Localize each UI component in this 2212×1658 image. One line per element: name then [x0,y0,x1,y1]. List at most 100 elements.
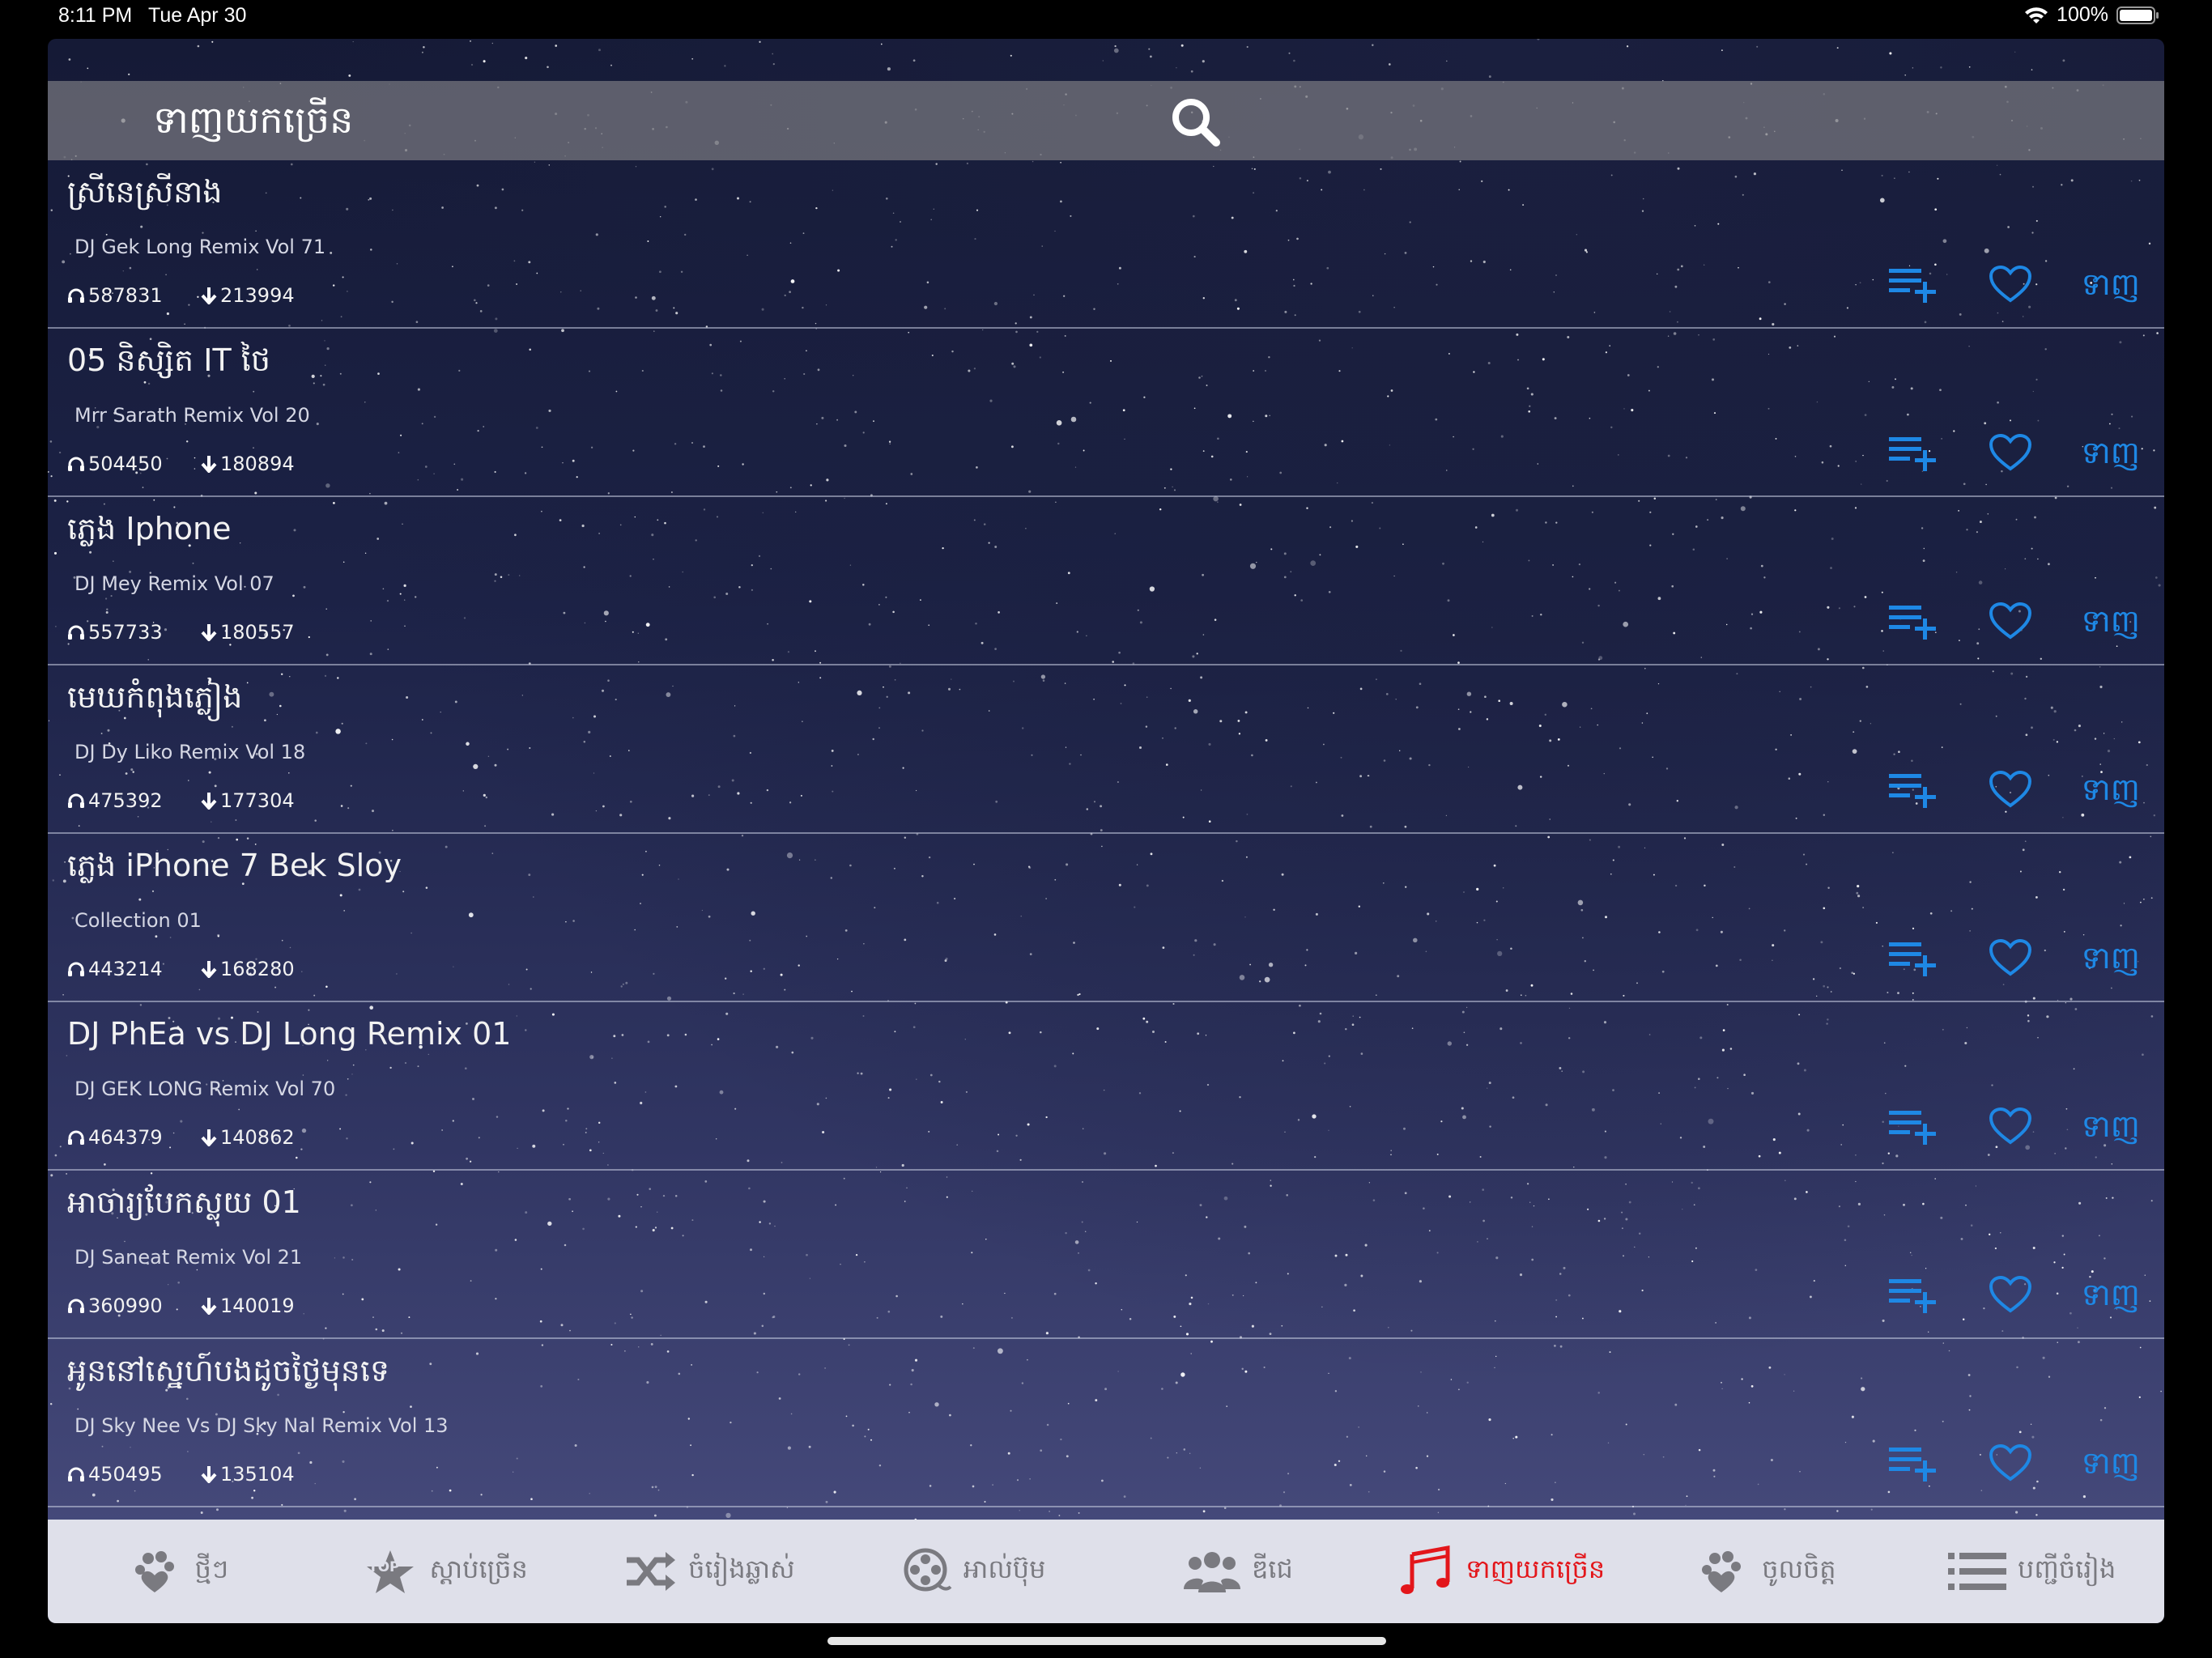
tab-label: បញ្ជីចំរៀង [2018,1553,2116,1584]
download-button[interactable]: ទាញ [2082,1443,2140,1483]
heart-icon[interactable] [1988,1274,2033,1315]
tab-item[interactable]: បញ្ជីចំរៀង [1899,1520,2164,1623]
download-count-value: 135104 [220,1463,295,1486]
song-stats: 360990 140019 [67,1294,295,1318]
song-row[interactable]: អូននៅស្នេហ៍បងដូចថ្ងៃមុនទេ DJ Sky Nee Vs D… [48,1339,2164,1507]
status-bar: 8:11 PM Tue Apr 30 100% [0,0,2212,32]
song-title: ភ្លេង Iphone [67,511,232,546]
tab-item[interactable]: TOP ស្តាប់ច្រើន [313,1520,577,1623]
play-count-value: 475392 [88,789,163,812]
music-notes-icon [1401,1545,1454,1598]
play-count-value: 504450 [88,453,163,475]
song-title: អាចារ្យបែកស្លុយ 01 [67,1184,301,1220]
arrow-down-icon [201,623,217,641]
song-artist: DJ Sky Nee Vs DJ Sky Nal Remix Vol 13 [74,1414,449,1437]
list-icon [1948,1551,2006,1592]
tab-item[interactable]: ចំរៀងឆ្លាស់ [577,1520,842,1623]
add-to-playlist-icon[interactable] [1886,1274,1939,1315]
download-button[interactable]: ទាញ [2082,264,2140,304]
download-button[interactable]: ទាញ [2082,1274,2140,1315]
tab-label: ស្តាប់ច្រើន [429,1553,528,1584]
play-count: 475392 [67,789,201,813]
headphones-icon [67,961,85,977]
tab-bar: ថ្មីៗ TOP ស្តាប់ច្រើន ចំរៀងឆ្លាស់ អាល់ប៊ុម ឌី… [48,1520,2164,1623]
page-title: ទាញយកច្រើន [153,98,354,142]
add-to-playlist-icon[interactable] [1886,769,1939,810]
top-star-icon: TOP [362,1547,419,1596]
tab-label: ឌីជេ [1251,1553,1293,1584]
headphones-icon [67,1466,85,1482]
download-count-value: 168280 [220,958,295,980]
song-artist: DJ Mey Remix Vol 07 [74,572,274,595]
tab-item[interactable]: អាល់ប៊ុម [841,1520,1106,1623]
play-count-value: 443214 [88,958,163,980]
row-actions: ទាញ [1886,761,2140,818]
download-count-value: 180557 [220,621,295,644]
tab-label: ទាញយកច្រើន [1465,1553,1606,1584]
download-button[interactable]: ទាញ [2082,1106,2140,1146]
tab-label: ចូលចិត្ត [1762,1553,1836,1584]
home-indicator[interactable] [827,1637,1386,1645]
heart-icon[interactable] [1988,769,2033,810]
download-button[interactable]: ទាញ [2082,601,2140,641]
download-count: 168280 [201,957,295,981]
add-to-playlist-icon[interactable] [1886,1443,1939,1483]
download-count-value: 140019 [220,1295,295,1317]
song-stats: 443214 168280 [67,957,295,981]
headphones-icon [67,287,85,304]
download-count-value: 213994 [220,284,295,307]
heart-icon[interactable] [1988,432,2033,473]
song-title: ភ្លេង iPhone 7 Bek Sloy [67,848,402,883]
add-to-playlist-icon[interactable] [1886,937,1939,978]
row-actions: ទាញ [1886,1266,2140,1323]
song-artist: DJ GEK LONG Remix Vol 70 [74,1078,336,1100]
song-row[interactable]: 05 និស្សិត IT ថៃ Mrr Sarath Remix Vol 20 5… [48,329,2164,497]
song-artist: Collection 01 [74,909,202,932]
screen: 8:11 PM Tue Apr 30 100% ទាញយកច្រើន ស្រីន… [0,0,2212,1658]
song-artist: DJ Dy Liko Remix Vol 18 [74,741,306,763]
add-to-playlist-icon[interactable] [1886,601,1939,641]
app-window: ទាញយកច្រើន ស្រីនេស្រីនាង DJ Gek Long Remi… [48,39,2164,1623]
tab-item[interactable]: ទាញយកច្រើន [1371,1520,1636,1623]
play-count-value: 587831 [88,284,163,307]
song-title: ស្រីនេស្រីនាង [67,174,223,210]
heart-icon[interactable] [1988,937,2033,978]
search-icon[interactable] [1169,96,1223,149]
download-count-value: 140862 [220,1126,295,1149]
song-row[interactable]: មេឃកំពុងភ្លៀង DJ Dy Liko Remix Vol 18 4753… [48,665,2164,834]
song-row[interactable]: ស្រីនេស្រីនាង DJ Gek Long Remix Vol 71 587… [48,160,2164,329]
download-button[interactable]: ទាញ [2082,432,2140,473]
add-to-playlist-icon[interactable] [1886,432,1939,473]
song-row[interactable]: អាចារ្យបែកស្លុយ 01 DJ Saneat Remix Vol 21… [48,1171,2164,1339]
song-stats: 557733 180557 [67,620,295,644]
song-row[interactable]: DJ PhEa vs DJ Long Remix 01 DJ GEK LONG R… [48,1002,2164,1171]
song-stats: 464379 140862 [67,1125,295,1150]
arrow-down-icon [201,455,217,473]
song-title: DJ PhEa vs DJ Long Remix 01 [67,1016,512,1052]
row-actions: ទាញ [1886,256,2140,312]
download-button[interactable]: ទាញ [2082,937,2140,978]
song-row[interactable]: ភ្លេង iPhone 7 Bek Sloy Collection 01 4432… [48,834,2164,1002]
tab-item[interactable]: ឌីជេ [1106,1520,1371,1623]
headphones-icon [67,624,85,640]
song-row[interactable]: ភ្លេង Iphone DJ Mey Remix Vol 07 557733 180… [48,497,2164,665]
add-to-playlist-icon[interactable] [1886,1106,1939,1146]
heart-icon[interactable] [1988,264,2033,304]
tab-item[interactable]: ចូលចិត្ត [1636,1520,1900,1623]
tab-item[interactable]: ថ្មីៗ [48,1520,313,1623]
play-count-value: 360990 [88,1295,163,1317]
row-actions: ទាញ [1886,1435,2140,1491]
row-actions: ទាញ [1886,424,2140,481]
heart-icon[interactable] [1988,1106,2033,1146]
download-count: 213994 [201,283,295,308]
arrow-down-icon [201,1465,217,1483]
heart-icon[interactable] [1988,601,2033,641]
heart-icon[interactable] [1988,1443,2033,1483]
song-artist: DJ Saneat Remix Vol 21 [74,1246,303,1269]
download-count: 180894 [201,452,295,476]
song-artist: Mrr Sarath Remix Vol 20 [74,404,310,427]
download-button[interactable]: ទាញ [2082,769,2140,810]
download-count-value: 180894 [220,453,295,475]
add-to-playlist-icon[interactable] [1886,264,1939,304]
tab-label: អាល់ប៊ុម [963,1553,1046,1584]
